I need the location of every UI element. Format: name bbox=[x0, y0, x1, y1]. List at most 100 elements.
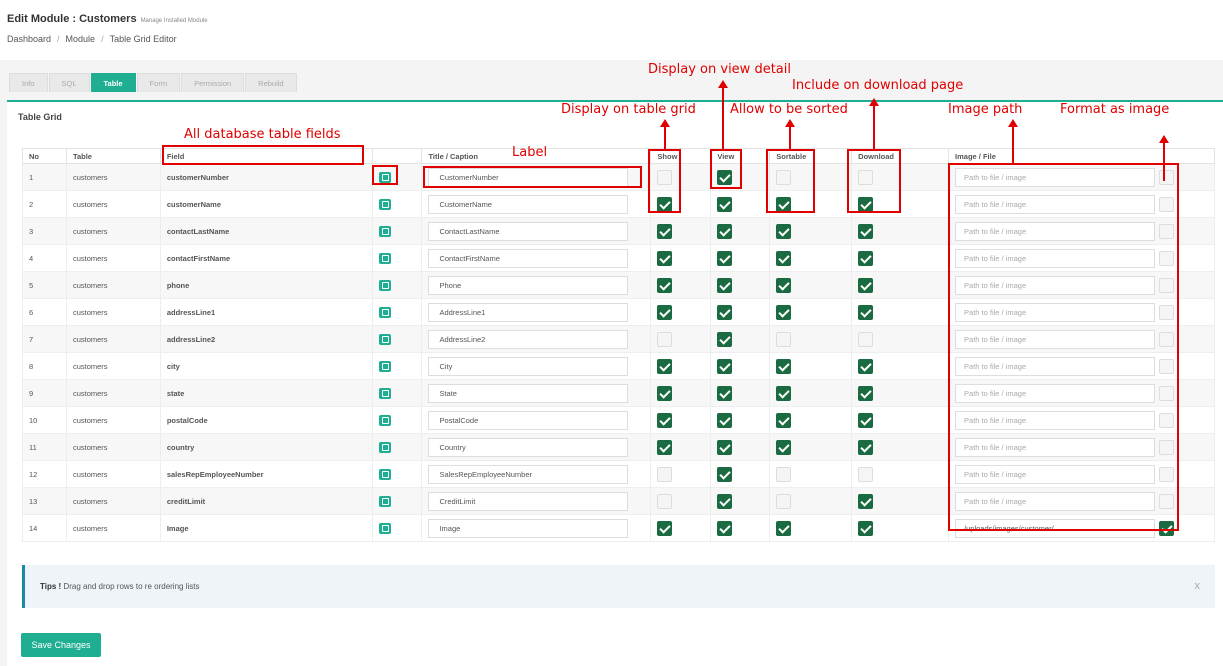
edit-icon[interactable] bbox=[378, 414, 391, 426]
view-checkbox[interactable] bbox=[717, 304, 733, 320]
cell-edit bbox=[371, 271, 423, 299]
show-checkbox[interactable] bbox=[657, 412, 673, 428]
edit-icon[interactable] bbox=[378, 522, 391, 534]
cell-no: 4 bbox=[22, 244, 67, 272]
view-checkbox[interactable] bbox=[717, 331, 733, 347]
edit-icon[interactable] bbox=[378, 360, 391, 372]
caption-input[interactable] bbox=[428, 194, 629, 214]
download-checkbox[interactable] bbox=[858, 277, 874, 293]
edit-icon[interactable] bbox=[378, 306, 391, 318]
edit-icon[interactable] bbox=[378, 333, 391, 345]
cell-no: 1 bbox=[22, 163, 67, 191]
breadcrumb-dashboard[interactable]: Dashboard bbox=[7, 34, 51, 44]
caption-input[interactable] bbox=[428, 302, 629, 322]
show-checkbox[interactable] bbox=[657, 439, 673, 455]
caption-input[interactable] bbox=[428, 491, 629, 511]
edit-icon[interactable] bbox=[378, 387, 391, 399]
sortable-checkbox[interactable] bbox=[776, 331, 792, 347]
download-checkbox[interactable] bbox=[858, 466, 874, 482]
view-checkbox[interactable] bbox=[717, 493, 733, 509]
cell-edit bbox=[371, 325, 423, 353]
sortable-checkbox[interactable] bbox=[776, 412, 792, 428]
caption-input[interactable] bbox=[428, 437, 629, 457]
download-checkbox[interactable] bbox=[858, 412, 874, 428]
sortable-checkbox[interactable] bbox=[776, 223, 792, 239]
view-checkbox[interactable] bbox=[717, 196, 733, 212]
tab-table[interactable]: Table bbox=[90, 73, 136, 92]
sortable-checkbox[interactable] bbox=[776, 358, 792, 374]
view-checkbox[interactable] bbox=[717, 250, 733, 266]
download-checkbox[interactable] bbox=[858, 250, 874, 266]
view-checkbox[interactable] bbox=[717, 358, 733, 374]
sortable-checkbox[interactable] bbox=[776, 277, 792, 293]
annotation-arrow-head bbox=[1008, 119, 1018, 127]
view-checkbox[interactable] bbox=[717, 439, 733, 455]
cell-view bbox=[710, 244, 771, 272]
sortable-checkbox[interactable] bbox=[776, 250, 792, 266]
edit-icon[interactable] bbox=[378, 252, 391, 264]
tab-permission[interactable]: Permission bbox=[181, 73, 245, 92]
view-checkbox[interactable] bbox=[717, 277, 733, 293]
show-checkbox[interactable] bbox=[657, 520, 673, 536]
caption-input[interactable] bbox=[428, 464, 629, 484]
tab-rebuild[interactable]: Rebuild bbox=[245, 73, 297, 92]
show-checkbox[interactable] bbox=[657, 466, 673, 482]
cell-table: customers bbox=[65, 433, 161, 461]
sortable-checkbox[interactable] bbox=[776, 439, 792, 455]
edit-icon[interactable] bbox=[378, 495, 391, 507]
annotation-arrow-line bbox=[873, 104, 875, 149]
view-checkbox[interactable] bbox=[717, 520, 733, 536]
show-checkbox[interactable] bbox=[657, 331, 673, 347]
sortable-checkbox[interactable] bbox=[776, 520, 792, 536]
edit-icon[interactable] bbox=[378, 279, 391, 291]
cell-edit bbox=[371, 217, 423, 245]
edit-icon[interactable] bbox=[378, 468, 391, 480]
download-checkbox[interactable] bbox=[858, 223, 874, 239]
view-checkbox[interactable] bbox=[717, 385, 733, 401]
caption-input[interactable] bbox=[428, 248, 629, 268]
breadcrumb-module[interactable]: Module bbox=[66, 34, 96, 44]
caption-input[interactable] bbox=[428, 383, 629, 403]
tab-info[interactable]: Info bbox=[9, 73, 48, 92]
download-checkbox[interactable] bbox=[858, 304, 874, 320]
view-checkbox[interactable] bbox=[717, 466, 733, 482]
cell-edit bbox=[371, 190, 423, 218]
cell-edit bbox=[371, 379, 423, 407]
tab-sql[interactable]: SQL bbox=[48, 73, 90, 92]
cell-view bbox=[710, 406, 771, 434]
show-checkbox[interactable] bbox=[657, 358, 673, 374]
caption-input[interactable] bbox=[428, 356, 629, 376]
show-checkbox[interactable] bbox=[657, 277, 673, 293]
show-checkbox[interactable] bbox=[657, 250, 673, 266]
show-checkbox[interactable] bbox=[657, 304, 673, 320]
sortable-checkbox[interactable] bbox=[776, 466, 792, 482]
show-checkbox[interactable] bbox=[657, 493, 673, 509]
caption-input[interactable] bbox=[428, 410, 629, 430]
annotation-image-path: Image path bbox=[948, 102, 1023, 117]
download-checkbox[interactable] bbox=[858, 385, 874, 401]
view-checkbox[interactable] bbox=[717, 412, 733, 428]
download-checkbox[interactable] bbox=[858, 358, 874, 374]
save-changes-button[interactable]: Save Changes bbox=[21, 633, 101, 657]
cell-edit bbox=[371, 244, 423, 272]
edit-icon[interactable] bbox=[378, 198, 391, 210]
caption-input[interactable] bbox=[428, 275, 629, 295]
caption-input[interactable] bbox=[428, 221, 629, 241]
download-checkbox[interactable] bbox=[858, 520, 874, 536]
cell-field: city bbox=[159, 352, 373, 380]
download-checkbox[interactable] bbox=[858, 493, 874, 509]
edit-icon[interactable] bbox=[378, 441, 391, 453]
download-checkbox[interactable] bbox=[858, 439, 874, 455]
sortable-checkbox[interactable] bbox=[776, 493, 792, 509]
sortable-checkbox[interactable] bbox=[776, 304, 792, 320]
caption-input[interactable] bbox=[428, 518, 629, 538]
sortable-checkbox[interactable] bbox=[776, 385, 792, 401]
show-checkbox[interactable] bbox=[657, 385, 673, 401]
edit-icon[interactable] bbox=[378, 225, 391, 237]
show-checkbox[interactable] bbox=[657, 223, 673, 239]
view-checkbox[interactable] bbox=[717, 223, 733, 239]
tab-form[interactable]: Form bbox=[136, 73, 181, 92]
caption-input[interactable] bbox=[428, 329, 629, 349]
download-checkbox[interactable] bbox=[858, 331, 874, 347]
close-icon[interactable]: x bbox=[1195, 580, 1201, 592]
